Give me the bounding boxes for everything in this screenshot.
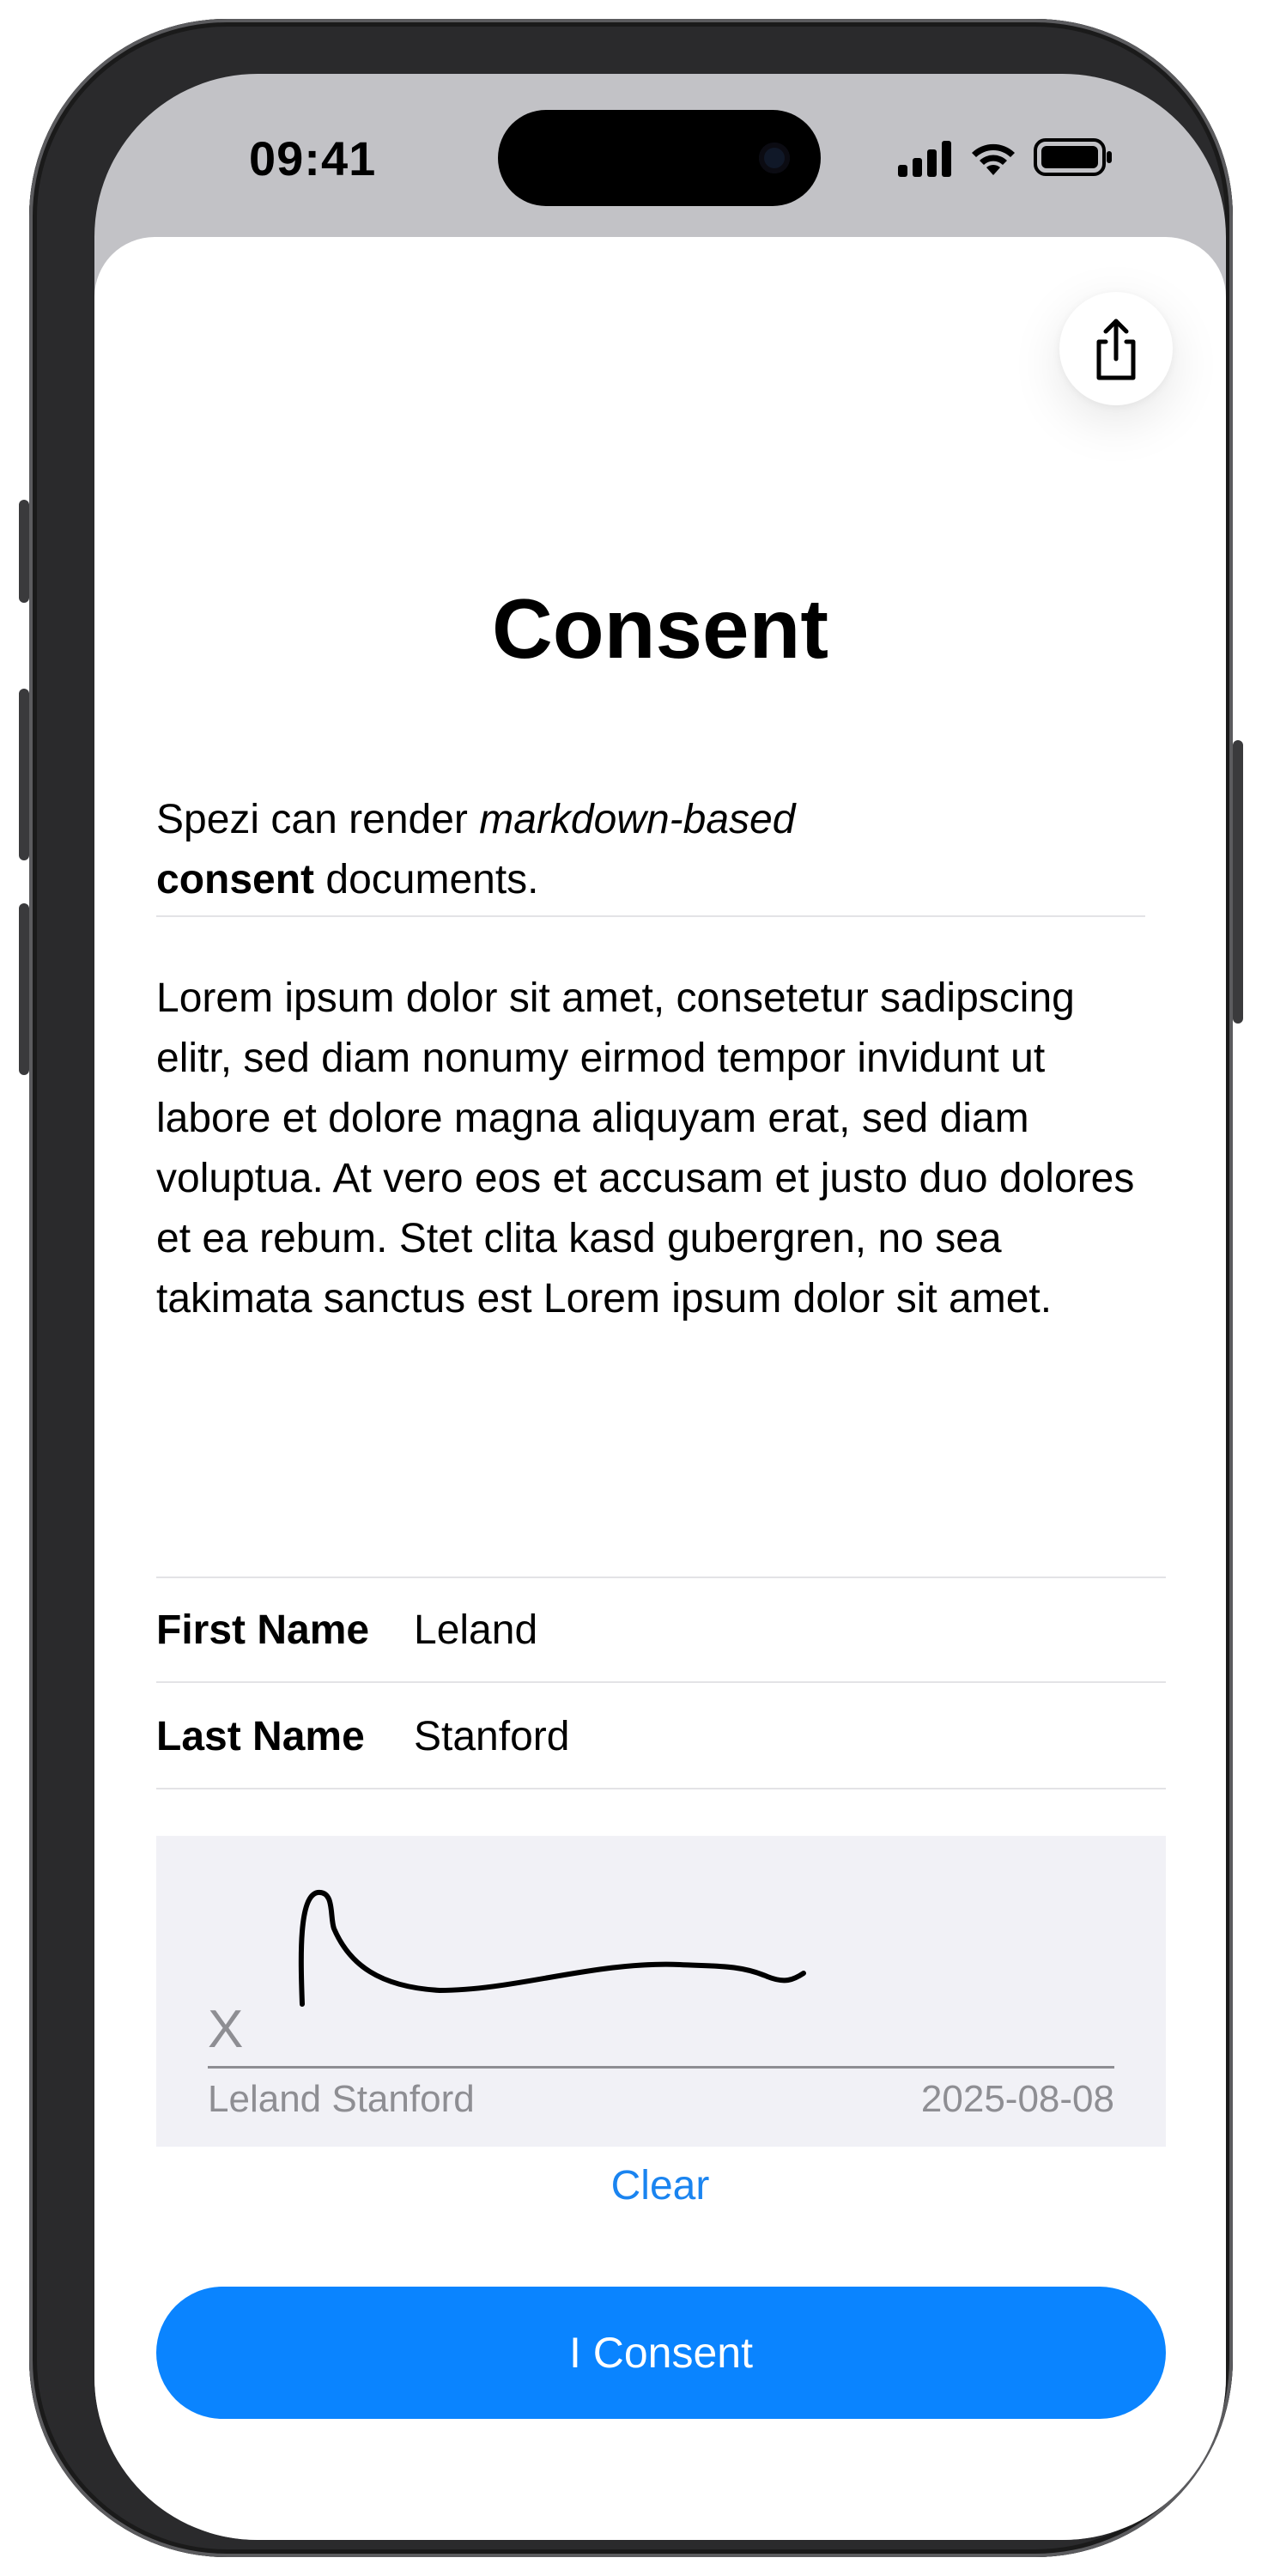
share-button[interactable] xyxy=(1059,292,1173,405)
clear-signature-button[interactable]: Clear xyxy=(94,2162,1226,2209)
signature-name: Leland Stanford xyxy=(208,2078,475,2120)
page-title: Consent xyxy=(492,581,828,676)
intro-text-part2: documents. xyxy=(314,857,539,902)
status-bar: 09:41 xyxy=(94,74,1226,237)
first-name-field[interactable]: Leland xyxy=(414,1607,537,1654)
last-name-row[interactable]: Last Name Stanford xyxy=(156,1685,1166,1788)
intro-text-part1: Spezi can render xyxy=(156,797,480,842)
consent-sheet: Consent Spezi can render markdown-based c… xyxy=(94,237,1226,2540)
form-bottom-divider xyxy=(156,1788,1166,1789)
intro-text-bold: consent xyxy=(156,857,315,902)
consent-button[interactable]: I Consent xyxy=(156,2287,1166,2419)
battery-icon xyxy=(1034,137,1113,181)
share-icon xyxy=(1096,319,1136,380)
consent-body-text: Lorem ipsum dolor sit amet, consetetur s… xyxy=(156,975,1135,1321)
first-name-label: First Name xyxy=(156,1607,370,1653)
front-camera xyxy=(759,143,790,173)
volume-up-button xyxy=(19,689,29,860)
status-time: 09:41 xyxy=(249,131,377,185)
signature-line xyxy=(208,2066,1114,2069)
intro-text: Spezi can render markdown-based consent d… xyxy=(156,790,929,910)
volume-down-button xyxy=(19,903,29,1075)
last-name-label: Last Name xyxy=(156,1713,365,1759)
signature-x-marker: X xyxy=(208,2000,244,2059)
signature-date: 2025-08-08 xyxy=(920,2078,1114,2120)
intro-divider xyxy=(156,915,1145,917)
intro-text-italic: markdown-based xyxy=(479,797,796,842)
action-button xyxy=(19,500,29,603)
form-middle-divider xyxy=(156,1681,1166,1683)
phone-frame: 09:41 Consent Spezi can render markdown-… xyxy=(19,19,1243,2557)
screen: 09:41 Consent Spezi can render markdown-… xyxy=(94,74,1226,2540)
wifi-icon xyxy=(968,137,1018,181)
power-button xyxy=(1233,740,1243,1024)
signature-pad[interactable]: X Leland Stanford 2025-08-08 xyxy=(156,1836,1166,2147)
first-name-row[interactable]: First Name Leland xyxy=(156,1578,1166,1681)
cellular-signal-icon xyxy=(898,139,953,181)
dynamic-island xyxy=(498,110,821,206)
last-name-field[interactable]: Stanford xyxy=(414,1713,569,1760)
